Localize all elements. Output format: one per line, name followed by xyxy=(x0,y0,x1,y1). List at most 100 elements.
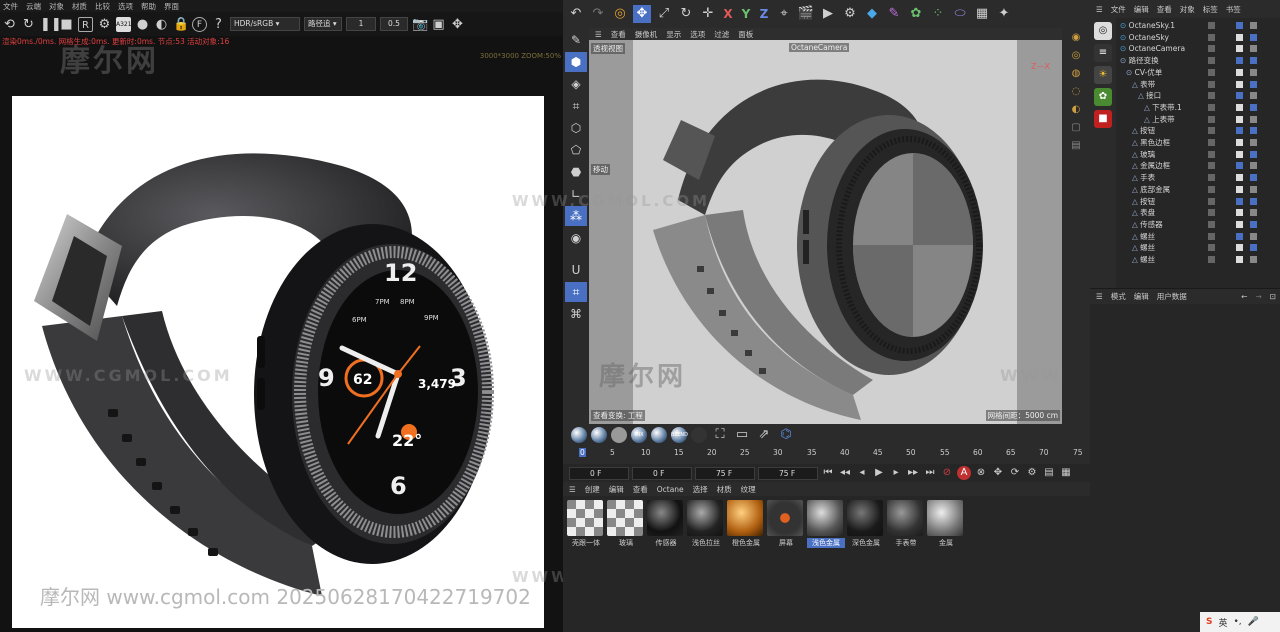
object-row[interactable]: △ 黑色边框 xyxy=(1120,137,1278,148)
cloner-icon[interactable]: ⁘ xyxy=(929,5,947,23)
object-row[interactable]: △ 按钮 xyxy=(1120,196,1278,207)
object-row[interactable]: △ 表盘 xyxy=(1120,207,1278,218)
kernel-select[interactable]: 路径追 ▾ xyxy=(304,17,342,31)
material-tag-icon[interactable] xyxy=(1236,244,1243,252)
timeline-ruler[interactable]: 0 5 10 15 20 25 30 35 40 45 50 55 60 65 … xyxy=(563,446,1090,464)
object-row[interactable]: △ 表带 xyxy=(1120,79,1278,90)
brush-icon[interactable]: ✎ xyxy=(565,30,587,50)
texture-tag-icon[interactable] xyxy=(1250,80,1257,88)
attribute-menu-userdata[interactable]: 用户数据 xyxy=(1157,291,1187,302)
octane-live-icon[interactable]: ◎ xyxy=(1094,22,1112,40)
material-menu-select[interactable]: 选择 xyxy=(693,484,708,495)
attribute-menu-edit[interactable]: 编辑 xyxy=(1134,291,1149,302)
axis-x-toggle[interactable]: X xyxy=(721,7,735,21)
texture-tag-icon[interactable] xyxy=(1250,232,1257,240)
visibility-dots-icon[interactable] xyxy=(1208,33,1215,41)
texture-tag-icon[interactable] xyxy=(1250,127,1257,135)
material-tag-icon[interactable] xyxy=(1236,57,1243,65)
transform-tool-icon[interactable]: ✛ xyxy=(699,5,717,23)
viewport-menu-filter[interactable]: 过滤 xyxy=(714,29,729,40)
visibility-dots-icon[interactable] xyxy=(1208,256,1215,263)
material-tag-icon[interactable] xyxy=(1236,232,1243,240)
octane-sun-icon[interactable]: ☀ xyxy=(1094,66,1112,84)
film-icon[interactable]: F xyxy=(192,16,207,32)
visibility-dots-icon[interactable] xyxy=(1208,68,1215,76)
restart-render-icon[interactable]: ⟲ xyxy=(2,17,17,32)
points-mode-icon[interactable]: ⬡ xyxy=(565,118,587,138)
object-row[interactable]: △ 玻璃 xyxy=(1120,149,1278,160)
preview-end-field[interactable]: 75 F xyxy=(758,466,818,480)
visibility-dots-icon[interactable] xyxy=(1208,220,1215,228)
visibility-dots-icon[interactable] xyxy=(1208,244,1215,252)
viewport-menu-camera[interactable]: 摄像机 xyxy=(635,29,658,40)
external-link-icon[interactable]: ⇗ xyxy=(755,426,773,444)
material-tag-icon[interactable] xyxy=(1236,185,1243,193)
texture-tag-icon[interactable] xyxy=(1250,115,1257,123)
visibility-dots-icon[interactable] xyxy=(1208,232,1215,240)
mix-material-icon[interactable]: MIX xyxy=(631,427,647,443)
material-menu-icon[interactable]: ☰ xyxy=(569,485,576,494)
object-menu-view[interactable]: 查看 xyxy=(1157,4,1172,15)
texture-tag-icon[interactable] xyxy=(1250,220,1257,228)
rotate-tool-icon[interactable]: ↻ xyxy=(677,5,695,23)
undo-icon[interactable]: ↶ xyxy=(567,5,585,23)
texture-tag-icon[interactable] xyxy=(1250,197,1257,205)
object-row[interactable]: △ 螺丝 xyxy=(1120,231,1278,242)
texture-tag-icon[interactable] xyxy=(1250,92,1257,100)
texture-tag-icon[interactable] xyxy=(1250,103,1257,111)
octane-object-icon[interactable]: ▢ xyxy=(1066,120,1086,136)
ime-language-toggle[interactable]: 英 xyxy=(1218,616,1227,629)
object-menu-object[interactable]: 对象 xyxy=(1180,4,1195,15)
object-menu-tags[interactable]: 标签 xyxy=(1203,4,1218,15)
perspective-viewport[interactable]: 透视视图 OctaneCamera 移动 查看变换: 工程 网格间距：5000 … xyxy=(589,40,1062,424)
object-menu-bookmarks[interactable]: 书签 xyxy=(1226,4,1241,15)
object-row[interactable]: ⊙ 路径变换 xyxy=(1120,55,1278,66)
render-view-icon[interactable]: ▶ xyxy=(819,5,837,23)
toon-material-icon[interactable] xyxy=(691,427,707,443)
object-row[interactable]: △ 接口 xyxy=(1120,90,1278,101)
snap-icon[interactable]: ⌗ xyxy=(565,282,587,302)
visibility-dots-icon[interactable] xyxy=(1208,45,1215,53)
visibility-dots-icon[interactable] xyxy=(1208,174,1215,182)
material-slot[interactable]: 金属 xyxy=(927,500,965,548)
texture-tag-icon[interactable] xyxy=(1250,185,1257,193)
object-row[interactable]: △ 底部金属 xyxy=(1120,184,1278,195)
octane-tag-icon[interactable]: ◐ xyxy=(1066,102,1086,118)
octane-menu-help[interactable]: 帮助 xyxy=(141,1,156,12)
sogou-logo-icon[interactable]: S xyxy=(1206,617,1212,627)
object-row[interactable]: ⊙ OctaneSky.1 xyxy=(1120,20,1278,31)
object-row[interactable]: △ 手表 xyxy=(1120,172,1278,183)
material-menu-texture[interactable]: 纹理 xyxy=(741,484,756,495)
next-frame-icon[interactable]: ▸ xyxy=(889,466,903,480)
octane-menu-cloud[interactable]: 云端 xyxy=(26,1,41,12)
specular-material-icon[interactable] xyxy=(611,427,627,443)
viewport-menu-options[interactable]: 选项 xyxy=(690,29,705,40)
object-row[interactable]: △ 螺丝 xyxy=(1120,242,1278,253)
timeline-settings-icon[interactable]: ▦ xyxy=(1059,466,1073,480)
texture-tag-icon[interactable] xyxy=(1250,209,1257,217)
visibility-dots-icon[interactable] xyxy=(1208,57,1215,65)
visibility-dots-icon[interactable] xyxy=(1208,185,1215,193)
material-tag-icon[interactable] xyxy=(1236,174,1243,182)
material-slot[interactable]: 屏幕 xyxy=(767,500,805,548)
scale-tool-icon[interactable]: ⤢ xyxy=(655,5,673,23)
light-icon[interactable]: ✦ xyxy=(995,5,1013,23)
key-rotation-icon[interactable]: ⟳ xyxy=(1008,466,1022,480)
texture-tag-icon[interactable] xyxy=(1250,162,1257,170)
texture-mode-icon[interactable]: ◈ xyxy=(565,74,587,94)
visibility-dots-icon[interactable] xyxy=(1208,162,1215,170)
object-menu-file[interactable]: 文件 xyxy=(1111,4,1126,15)
texture-tag-icon[interactable] xyxy=(1250,33,1257,41)
value1-field[interactable]: 1 xyxy=(346,17,376,31)
texture-tag-icon[interactable] xyxy=(1250,57,1257,65)
next-key-icon[interactable]: ▸▸ xyxy=(906,466,920,480)
material-tag-icon[interactable] xyxy=(1236,162,1243,170)
stop-icon[interactable]: ■ xyxy=(59,17,74,32)
workplane-icon[interactable]: ⌘ xyxy=(565,304,587,324)
material-tag-icon[interactable] xyxy=(1236,33,1243,41)
camera-icon[interactable]: 📷 xyxy=(412,17,428,32)
record-icon[interactable]: ⊘ xyxy=(940,466,954,480)
object-menu-icon[interactable]: ☰ xyxy=(1096,5,1103,14)
octane-menu-file[interactable]: 文件 xyxy=(3,1,18,12)
axis-z-toggle[interactable]: Z xyxy=(757,7,771,21)
